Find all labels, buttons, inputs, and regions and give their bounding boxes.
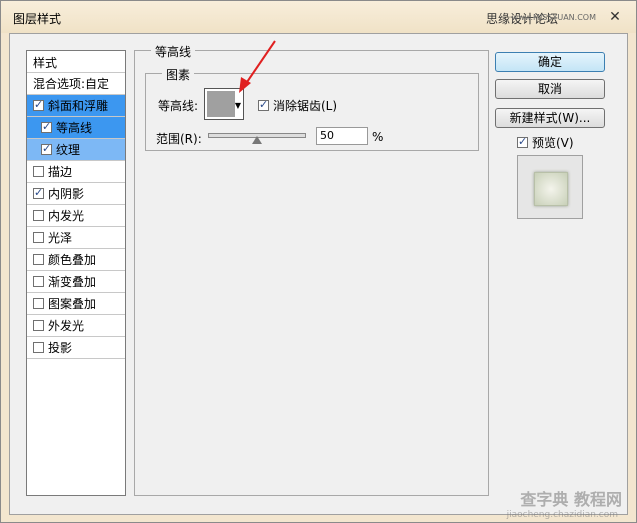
style-item-pattern-overlay[interactable]: 图案叠加: [27, 293, 125, 315]
elements-title: 图素: [162, 66, 195, 83]
checkbox-satin[interactable]: [33, 232, 44, 243]
checkbox-contour[interactable]: [41, 120, 52, 133]
style-preview: [517, 155, 583, 219]
dialog-client-area: 样式 混合选项:自定 斜面和浮雕 等高线 纹理 描边 内阴影: [9, 33, 628, 515]
watermark-bottom: 查字典 教程网: [520, 490, 622, 509]
style-label: 颜色叠加: [48, 253, 97, 267]
style-item-texture[interactable]: 纹理: [27, 139, 125, 161]
style-item-satin[interactable]: 光泽: [27, 227, 125, 249]
styles-header[interactable]: 样式: [27, 51, 125, 73]
style-item-drop-shadow[interactable]: 投影: [27, 337, 125, 359]
watermark-bottom-url: jiaocheng.chazidian.com: [506, 510, 618, 520]
dialog-title: 图层样式: [13, 12, 62, 26]
checkbox-outer-glow[interactable]: [33, 320, 44, 331]
style-item-color-overlay[interactable]: 颜色叠加: [27, 249, 125, 271]
layer-style-dialog: 图层样式 思缘设计论坛 www.MISSYUAN.COM ✕ 样式 混合选项:自…: [0, 0, 637, 523]
style-label: 外发光: [48, 319, 85, 333]
blending-options-item[interactable]: 混合选项:自定: [27, 73, 125, 95]
contour-label: 等高线:: [158, 99, 199, 113]
contour-preview-icon: [207, 91, 235, 117]
style-label: 纹理: [56, 143, 81, 157]
ok-button[interactable]: 确定: [495, 52, 605, 72]
style-item-inner-shadow[interactable]: 内阴影: [27, 183, 125, 205]
cancel-button[interactable]: 取消: [495, 79, 605, 99]
style-label: 内阴影: [48, 187, 85, 201]
close-icon[interactable]: ✕: [604, 8, 626, 26]
range-unit: %: [372, 130, 384, 144]
style-label: 投影: [48, 341, 73, 355]
checkbox-color-overlay[interactable]: [33, 254, 44, 265]
new-style-button[interactable]: 新建样式(W)...: [495, 108, 605, 128]
checkbox-stroke[interactable]: [33, 166, 44, 177]
style-label: 渐变叠加: [48, 275, 97, 289]
style-label: 描边: [48, 165, 73, 179]
range-slider-thumb[interactable]: [252, 136, 262, 144]
style-item-inner-glow[interactable]: 内发光: [27, 205, 125, 227]
checkbox-bevel-emboss[interactable]: [33, 98, 44, 111]
styles-list: 样式 混合选项:自定 斜面和浮雕 等高线 纹理 描边 内阴影: [26, 50, 126, 496]
checkbox-pattern-overlay[interactable]: [33, 298, 44, 309]
style-label: 光泽: [48, 231, 73, 245]
dropdown-arrow-icon[interactable]: ▼: [235, 101, 241, 110]
checkbox-texture[interactable]: [41, 142, 52, 155]
checkbox-drop-shadow[interactable]: [33, 342, 44, 353]
preview-swatch: [534, 172, 568, 206]
title-bar: 图层样式 思缘设计论坛 www.MISSYUAN.COM ✕: [1, 1, 636, 33]
style-label: 斜面和浮雕: [48, 99, 109, 113]
style-item-stroke[interactable]: 描边: [27, 161, 125, 183]
style-item-outer-glow[interactable]: 外发光: [27, 315, 125, 337]
contour-settings-group: 等高线 图素 等高线: ▼ 消除锯齿(L) 范围(R): 50 %: [134, 43, 489, 496]
checkbox-inner-shadow[interactable]: [33, 186, 44, 199]
style-item-contour[interactable]: 等高线: [27, 117, 125, 139]
checkbox-inner-glow[interactable]: [33, 210, 44, 221]
group-title: 等高线: [151, 43, 196, 60]
style-item-bevel-emboss[interactable]: 斜面和浮雕: [27, 95, 125, 117]
preview-toggle[interactable]: 预览(V): [517, 134, 574, 151]
annotation-arrow-icon: [239, 40, 276, 93]
preview-label: 预览(V): [532, 136, 574, 150]
style-label: 图案叠加: [48, 297, 97, 311]
elements-group: 图素 等高线: ▼ 消除锯齿(L) 范围(R): 50 %: [145, 66, 479, 151]
antialias-toggle[interactable]: 消除锯齿(L): [258, 97, 337, 114]
watermark-top-url: www.MISSYUAN.COM: [511, 13, 596, 22]
antialias-checkbox[interactable]: [258, 98, 269, 111]
preview-checkbox[interactable]: [517, 135, 528, 148]
style-item-gradient-overlay[interactable]: 渐变叠加: [27, 271, 125, 293]
range-input[interactable]: 50: [316, 127, 368, 145]
antialias-label: 消除锯齿(L): [273, 99, 338, 113]
style-label: 内发光: [48, 209, 85, 223]
range-label: 范围(R):: [156, 132, 202, 146]
style-label: 等高线: [56, 121, 93, 135]
checkbox-gradient-overlay[interactable]: [33, 276, 44, 287]
